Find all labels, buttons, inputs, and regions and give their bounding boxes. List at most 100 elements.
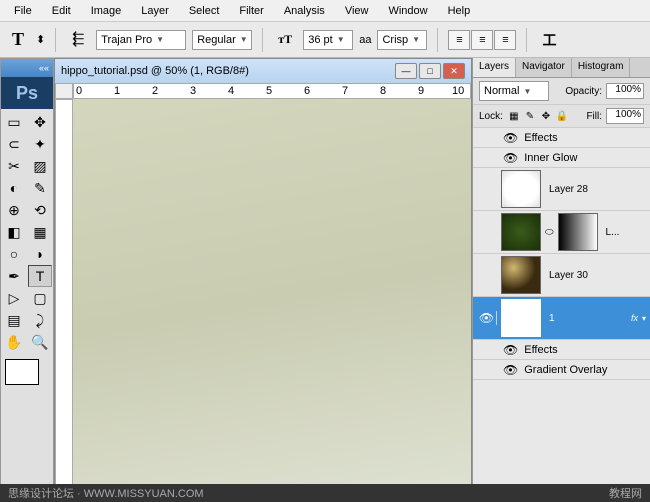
layer-thumbnail[interactable] — [501, 256, 541, 294]
font-style-dropdown[interactable]: Regular▼ — [192, 30, 252, 50]
pen-tool[interactable]: ✒ — [2, 265, 26, 287]
layer-thumbnail[interactable] — [501, 299, 541, 337]
align-center-button[interactable]: ≡ — [471, 30, 493, 50]
blend-mode-dropdown[interactable]: Normal▼ — [479, 81, 549, 101]
layer-28[interactable]: Layer 28 — [473, 168, 650, 211]
eyedropper-tool[interactable]: ⤸ — [28, 309, 52, 331]
hand-tool[interactable]: ✋ — [2, 331, 26, 353]
visibility-icon[interactable]: 👁 — [503, 343, 518, 357]
effect-row[interactable]: 👁 Effects — [473, 128, 650, 148]
notes-tool[interactable]: ▤ — [2, 309, 26, 331]
toolbox-header[interactable]: «« — [1, 59, 53, 77]
opacity-label: Opacity: — [565, 86, 602, 97]
maximize-button[interactable]: □ — [419, 63, 441, 79]
lock-pixels-icon[interactable]: ✎ — [523, 109, 537, 123]
dodge-tool[interactable]: ◗ — [28, 243, 52, 265]
ruler-origin[interactable] — [55, 83, 73, 99]
marquee-tool[interactable]: ▭ — [2, 111, 26, 133]
document-titlebar[interactable]: hippo_tutorial.psd @ 50% (1, RGB/8#) — □… — [55, 59, 471, 83]
menu-help[interactable]: Help — [438, 2, 481, 20]
slice-tool[interactable]: ▨ — [28, 155, 52, 177]
menu-analysis[interactable]: Analysis — [274, 2, 335, 20]
lasso-tool[interactable]: ⊂ — [2, 133, 26, 155]
type-tool-icon: T — [6, 28, 30, 52]
foreground-swatch[interactable] — [5, 359, 39, 385]
shape-tool[interactable]: ▢ — [28, 287, 52, 309]
font-size-dropdown[interactable]: 36 pt▼ — [303, 30, 353, 50]
horizontal-ruler[interactable]: 0 1 2 3 4 5 6 7 8 9 10 — [73, 83, 471, 99]
move-tool[interactable]: ✥ — [28, 111, 52, 133]
visibility-toggle[interactable]: 👁 — [479, 311, 494, 325]
presets-icon[interactable]: ⬍ — [36, 33, 45, 46]
menu-edit[interactable]: Edit — [42, 2, 81, 20]
lock-transparent-icon[interactable]: ▦ — [507, 109, 521, 123]
menu-file[interactable]: File — [4, 2, 42, 20]
layers-list: 👁 Effects 👁 Inner Glow Layer 28 ⬭ L... — [473, 128, 650, 502]
type-tool[interactable]: T — [28, 265, 52, 287]
menu-select[interactable]: Select — [179, 2, 230, 20]
layer-thumbnail[interactable] — [501, 170, 541, 208]
menu-window[interactable]: Window — [378, 2, 437, 20]
opacity-input[interactable]: 100% — [606, 83, 644, 99]
layers-panel: Layers Navigator Histogram Normal▼ Opaci… — [472, 58, 650, 502]
gradient-tool[interactable]: ▦ — [28, 221, 52, 243]
lock-label: Lock: — [479, 111, 503, 122]
menu-layer[interactable]: Layer — [131, 2, 179, 20]
layer-mask-thumbnail[interactable] — [558, 213, 598, 251]
text-align-group: ≡ ≡ ≡ — [448, 30, 516, 50]
minimize-button[interactable]: — — [395, 63, 417, 79]
effect-inner-glow[interactable]: 👁 Inner Glow — [473, 148, 650, 168]
align-left-button[interactable]: ≡ — [448, 30, 470, 50]
link-icon: ⬭ — [545, 227, 554, 238]
effect-gradient-overlay[interactable]: 👁 Gradient Overlay — [473, 360, 650, 380]
zoom-tool[interactable]: 🔍 — [28, 331, 52, 353]
menu-view[interactable]: View — [335, 2, 379, 20]
font-family-dropdown[interactable]: Trajan Pro▼ — [96, 30, 186, 50]
align-right-button[interactable]: ≡ — [494, 30, 516, 50]
watermark-footer: 思缘设计论坛 · WWW.MISSYUAN.COM 教程网 — [0, 484, 650, 502]
visibility-icon[interactable]: 👁 — [503, 151, 518, 165]
history-tool[interactable]: ⟲ — [28, 199, 52, 221]
tab-layers[interactable]: Layers — [473, 58, 516, 77]
menu-filter[interactable]: Filter — [229, 2, 273, 20]
expand-icon[interactable]: ▾ — [642, 314, 646, 323]
heal-tool[interactable]: ◐ — [2, 177, 26, 199]
fill-input[interactable]: 100% — [606, 108, 644, 124]
wand-tool[interactable]: ✦ — [28, 133, 52, 155]
brush-tool[interactable]: ✎ — [28, 177, 52, 199]
lock-position-icon[interactable]: ✥ — [539, 109, 553, 123]
visibility-icon[interactable]: 👁 — [503, 131, 518, 145]
toolbox: «« Ps ▭ ✥ ⊂ ✦ ✂ ▨ ◐ ✎ ⊕ ⟲ ◧ ▦ ○ ◗ ✒ T ▷ … — [0, 58, 54, 502]
tab-histogram[interactable]: Histogram — [572, 58, 631, 77]
vertical-ruler[interactable] — [55, 99, 73, 501]
layer-30[interactable]: Layer 30 — [473, 254, 650, 297]
document-title: hippo_tutorial.psd @ 50% (1, RGB/8#) — [61, 65, 249, 77]
stamp-tool[interactable]: ⊕ — [2, 199, 26, 221]
close-button[interactable]: ✕ — [443, 63, 465, 79]
canvas[interactable] — [73, 99, 471, 501]
color-swatches[interactable] — [1, 355, 53, 399]
aa-label: aa — [359, 34, 371, 46]
ps-logo: Ps — [1, 77, 53, 109]
effect-row[interactable]: 👁 Effects — [473, 340, 650, 360]
warp-text-icon[interactable]: 工 — [537, 28, 561, 52]
lock-all-icon[interactable]: 🔒 — [555, 109, 569, 123]
blur-tool[interactable]: ○ — [2, 243, 26, 265]
tab-navigator[interactable]: Navigator — [516, 58, 572, 77]
visibility-icon[interactable]: 👁 — [503, 363, 518, 377]
document-window: hippo_tutorial.psd @ 50% (1, RGB/8#) — □… — [54, 58, 472, 502]
eraser-tool[interactable]: ◧ — [2, 221, 26, 243]
orientation-icon[interactable]: ⬱ — [66, 28, 90, 52]
size-icon: тT — [273, 28, 297, 52]
layer-l[interactable]: ⬭ L... — [473, 211, 650, 254]
aa-dropdown[interactable]: Crisp▼ — [377, 30, 427, 50]
fill-label: Fill: — [586, 111, 602, 122]
path-tool[interactable]: ▷ — [2, 287, 26, 309]
options-bar: T ⬍ ⬱ Trajan Pro▼ Regular▼ тT 36 pt▼ aa … — [0, 22, 650, 58]
crop-tool[interactable]: ✂ — [2, 155, 26, 177]
layer-thumbnail[interactable] — [501, 213, 541, 251]
layer-1[interactable]: 👁 1 fx ▾ — [473, 297, 650, 340]
fx-badge[interactable]: fx — [631, 313, 638, 323]
menu-image[interactable]: Image — [81, 2, 132, 20]
main-menu: File Edit Image Layer Select Filter Anal… — [0, 0, 650, 22]
